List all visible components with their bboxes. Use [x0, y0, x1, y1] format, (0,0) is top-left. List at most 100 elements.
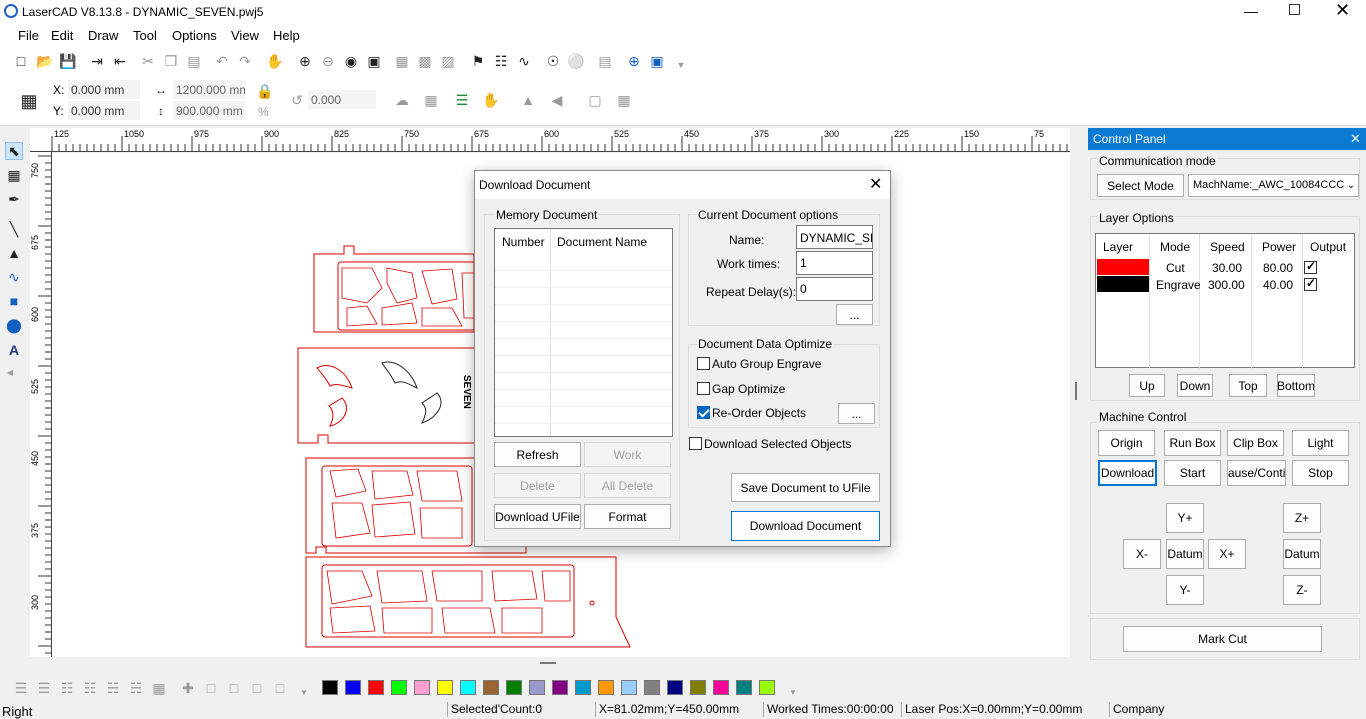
options-more-button[interactable]: ...	[836, 304, 873, 325]
layer-output-checkbox[interactable]: ✓	[1304, 259, 1317, 274]
panel-splitter-handle[interactable]	[1075, 382, 1077, 400]
text-tool-icon[interactable]: A	[5, 341, 23, 359]
origin-button[interactable]: Origin	[1098, 430, 1155, 456]
palette-swatch[interactable]	[529, 680, 545, 695]
palette-swatch[interactable]	[368, 680, 384, 695]
width-field[interactable]: 1200.000 mm	[173, 80, 245, 99]
flip-icon[interactable]: ▢	[586, 91, 604, 109]
x-minus-button[interactable]: X-	[1123, 539, 1161, 569]
anchor-point-icon[interactable]: ▦	[20, 92, 38, 110]
work-button[interactable]: Work	[584, 442, 671, 467]
layer-up-button[interactable]: Up	[1129, 374, 1165, 397]
zoom-page-icon[interactable]: ◉	[342, 52, 360, 70]
grid-icon[interactable]: ▦	[615, 91, 633, 109]
redo-icon[interactable]: ↷	[236, 52, 254, 70]
select-all-icon[interactable]: ▦	[393, 52, 411, 70]
simulate-icon[interactable]: ⚪	[567, 52, 585, 70]
x-plus-button[interactable]: X+	[1208, 539, 1246, 569]
palette-swatch[interactable]	[437, 680, 453, 695]
layer-icon[interactable]: ☰	[453, 91, 471, 109]
palette-swatch[interactable]	[506, 680, 522, 695]
palette-swatch[interactable]	[322, 680, 338, 695]
menu-help[interactable]: Help	[273, 28, 300, 43]
machine-select-chevron-icon[interactable]: ⌄	[1344, 174, 1359, 197]
save-to-ufile-button[interactable]: Save Document to UFile	[731, 473, 880, 502]
align-vcenter-icon[interactable]: ☵	[127, 679, 145, 697]
zoom-fit-icon[interactable]: ▣	[365, 52, 383, 70]
line-tool-icon[interactable]: ╲	[5, 220, 23, 238]
height-field[interactable]: 900.000 mm	[173, 101, 245, 120]
auto-group-engrave-checkbox[interactable]	[697, 357, 710, 370]
export-icon[interactable]: ⇤	[111, 52, 129, 70]
light-button[interactable]: Light	[1292, 430, 1349, 456]
align-bottom-icon[interactable]: ☷	[81, 679, 99, 697]
all-delete-button[interactable]: All Delete	[584, 473, 671, 498]
layer-row[interactable]: Engrave 300.00 40.00 ✓	[1096, 276, 1354, 293]
save-icon[interactable]: 💾	[59, 52, 77, 70]
preview-icon[interactable]: ▤	[596, 52, 614, 70]
group-icon[interactable]: ▩	[416, 52, 434, 70]
palette-swatch[interactable]	[736, 680, 752, 695]
ellipse-icon[interactable]: ⬤	[5, 316, 23, 334]
x-position-field[interactable]: 0.000 mm	[68, 80, 140, 99]
palette-swatch[interactable]	[345, 680, 361, 695]
y-plus-button[interactable]: Y+	[1166, 503, 1204, 533]
menu-draw[interactable]: Draw	[88, 28, 118, 43]
reorder-objects-checkbox[interactable]	[697, 406, 710, 419]
align-icon[interactable]: ☁	[393, 91, 411, 109]
repeat-delay-field[interactable]: 0	[796, 277, 873, 301]
zoom-in-icon[interactable]: ⊕	[296, 52, 314, 70]
download-button[interactable]: Download	[1098, 460, 1157, 486]
run-box-button[interactable]: Run Box	[1164, 430, 1221, 456]
format-button[interactable]: Format	[584, 504, 671, 529]
layer-down-button[interactable]: Down	[1177, 374, 1213, 397]
menu-tool[interactable]: Tool	[133, 28, 157, 43]
palette-swatch[interactable]	[667, 680, 683, 695]
center-icon[interactable]: ⊕	[625, 52, 643, 70]
curve-smooth-icon[interactable]: ∿	[515, 52, 533, 70]
select-tool-icon[interactable]: ⬉	[5, 142, 23, 160]
name-field[interactable]: DYNAMIC_SE	[796, 225, 873, 249]
palette-swatch[interactable]	[690, 680, 706, 695]
select-mode-button[interactable]: Select Mode	[1097, 174, 1184, 197]
minimize-icon[interactable]: —	[1244, 3, 1258, 19]
panel-close-icon[interactable]: ✕	[1350, 131, 1361, 147]
datum-button[interactable]: Datum	[1166, 539, 1204, 569]
maximize-icon[interactable]	[1289, 4, 1300, 15]
palette-swatch[interactable]	[713, 680, 729, 695]
copy-icon[interactable]: ❐	[162, 52, 180, 70]
toolbar-overflow-icon[interactable]: ▼	[672, 56, 690, 74]
y-minus-button[interactable]: Y-	[1166, 575, 1204, 605]
download-document-button[interactable]: Download Document	[731, 511, 880, 541]
download-selected-checkbox[interactable]	[689, 437, 702, 450]
array-icon[interactable]: ☷	[492, 52, 510, 70]
start-button[interactable]: Start	[1164, 460, 1221, 486]
z-minus-button[interactable]: Z-	[1283, 575, 1321, 605]
bezier-icon[interactable]: ∿	[5, 268, 23, 286]
layer-bottom-button[interactable]: Bottom	[1277, 374, 1315, 397]
menu-options[interactable]: Options	[172, 28, 217, 43]
paste-icon[interactable]: ▤	[185, 52, 203, 70]
gap-optimize-checkbox[interactable]	[697, 382, 710, 395]
node-edit-icon[interactable]: ⚑	[469, 52, 487, 70]
palette-swatch[interactable]	[575, 680, 591, 695]
z-plus-button[interactable]: Z+	[1283, 503, 1321, 533]
palette-swatch[interactable]	[391, 680, 407, 695]
layer-output-checkbox[interactable]: ✓	[1304, 276, 1317, 291]
hand-tool-icon[interactable]: ✋	[482, 91, 500, 109]
palette-swatch[interactable]	[621, 680, 637, 695]
cut-icon[interactable]: ✂	[139, 52, 157, 70]
same-height-icon[interactable]: □	[202, 679, 220, 697]
node-select-icon[interactable]: ▦	[5, 166, 23, 184]
undo-icon[interactable]: ↶	[213, 52, 231, 70]
polyline-icon[interactable]: ▲	[5, 244, 23, 262]
machine-name-select[interactable]: MachName:_AWC_10084CCC	[1188, 174, 1346, 197]
align-top-icon[interactable]: ☷	[58, 679, 76, 697]
layer-top-button[interactable]: Top	[1229, 374, 1267, 397]
import-icon[interactable]: ⇥	[88, 52, 106, 70]
pan-hand-icon[interactable]: ✋	[266, 52, 284, 70]
palette-swatch[interactable]	[644, 680, 660, 695]
palette-swatch[interactable]	[759, 680, 775, 695]
mark-cut-button[interactable]: Mark Cut	[1123, 626, 1322, 652]
mirror-v-icon[interactable]: ◀	[548, 91, 566, 109]
